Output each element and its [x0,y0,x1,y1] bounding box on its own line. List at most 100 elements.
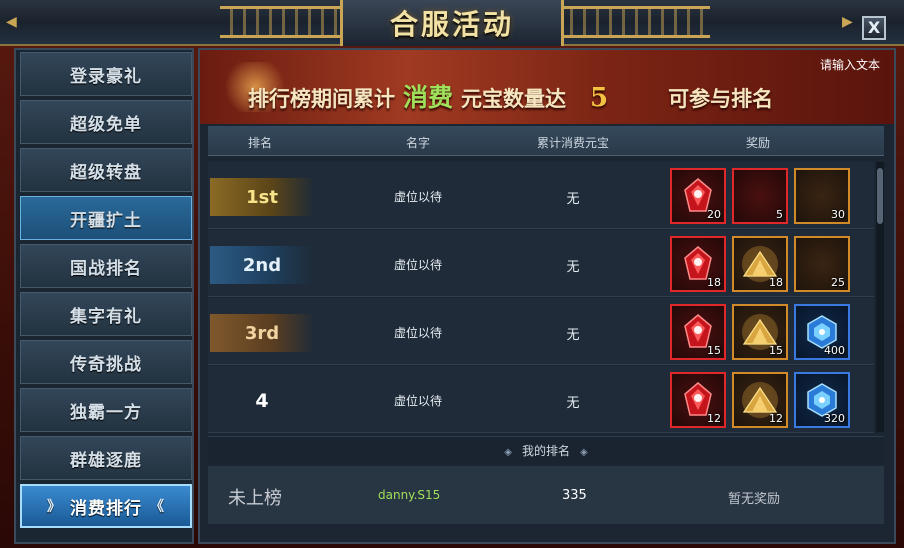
sidebar-item-label: 群雄逐鹿 [70,450,142,471]
diamond-icon: ◈ [580,447,588,458]
window-title: 合服活动 [389,8,514,41]
reward-quantity: 18 [707,276,721,289]
reward-quantity: 12 [707,412,721,425]
title-ornament-right [560,6,710,38]
game-window: ◀ 合服活动 ▶ X 登录豪礼超级免单超级转盘开疆扩土国战排名集字有礼传奇挑战独… [0,0,904,548]
chevron-right-icon: 》 [47,499,62,515]
reward-slot[interactable]: 320 [794,372,850,428]
header-rank: 排名 [247,136,272,150]
my-rank-row: 未上榜 danny.S15 335 暂无奖励 [208,466,884,524]
table-row: 4 虚位以待 无 12 12 320 [208,366,874,433]
reward-slot[interactable]: 20 [670,168,726,224]
sidebar-item-label: 传奇挑战 [70,354,142,375]
reward-quantity: 12 [769,412,783,425]
sidebar-item-label: 开疆扩土 [70,210,142,231]
sidebar-item[interactable]: 》消费排行《 [20,484,192,528]
reward-slot[interactable]: 15 [732,304,788,360]
reward-quantity: 15 [769,344,783,357]
chevron-left-icon: 《 [150,499,165,515]
rank-badge: 3rd [210,314,314,352]
player-name: 虚位以待 [393,326,442,340]
rank-badge: 1st [210,178,314,216]
banner-middle: 元宝数量达 [461,86,567,111]
sidebar-item-label: 消费排行 [70,498,142,519]
banner-text: 排行榜期间累计 消费 元宝数量达 5 可参与排名 [248,78,773,114]
header-name: 名字 [405,136,430,150]
spent-value: 无 [566,260,580,275]
my-spent: 335 [562,488,587,503]
my-name: danny.S15 [378,488,441,502]
rank-badge: 2nd [210,246,314,284]
close-button[interactable]: X [862,16,886,40]
table-row: 3rd 虚位以待 无 15 15 400 [208,298,874,365]
spent-value: 无 [566,192,580,207]
sidebar-item[interactable]: 开疆扩土 [20,196,192,240]
reward-quantity: 400 [824,344,845,357]
sidebar-item[interactable]: 国战排名 [20,244,192,288]
banner-threshold: 5 [590,83,609,113]
table-header: 排名 名字 累计消费元宝 奖励 [208,126,884,156]
banner-input-hint[interactable]: 请输入文本 [820,56,880,73]
reward-slot[interactable]: 18 [732,236,788,292]
sidebar-item[interactable]: 超级免单 [20,100,192,144]
reward-quantity: 15 [707,344,721,357]
reward-quantity: 18 [769,276,783,289]
table-row: 2nd 虚位以待 无 18 18 25 [208,230,874,297]
sidebar-item-label: 超级免单 [70,114,142,135]
title-bar: ◀ 合服活动 ▶ X [0,0,904,46]
sidebar-item[interactable]: 独霸一方 [20,388,192,432]
ornament-left-icon: ◀ [6,14,17,30]
my-rank-value: 未上榜 [228,488,282,509]
reward-list: 20 5 30 [670,168,850,224]
reward-list: 12 12 320 [670,372,850,428]
spent-value: 无 [566,328,580,343]
spent-value: 无 [566,396,580,411]
sidebar-item-label: 国战排名 [70,258,142,279]
reward-slot[interactable]: 400 [794,304,850,360]
ornament-right-icon: ▶ [842,14,853,30]
reward-quantity: 25 [831,276,845,289]
reward-list: 18 18 25 [670,236,850,292]
reward-list: 15 15 400 [670,304,850,360]
banner-prefix: 排行榜期间累计 [248,86,395,111]
sidebar: 登录豪礼超级免单超级转盘开疆扩土国战排名集字有礼传奇挑战独霸一方群雄逐鹿》消费排… [14,48,194,544]
main-panel: 请输入文本 排行榜期间累计 消费 元宝数量达 5 可参与排名 排名 名字 累计消… [198,48,896,544]
player-name: 虚位以待 [393,190,442,204]
sidebar-item[interactable]: 群雄逐鹿 [20,436,192,480]
scrollbar[interactable] [876,162,884,432]
my-reward: 暂无奖励 [728,492,781,507]
sidebar-item[interactable]: 集字有礼 [20,292,192,336]
sidebar-item[interactable]: 登录豪礼 [20,52,192,96]
sidebar-item[interactable]: 传奇挑战 [20,340,192,384]
my-rank-title: 我的排名 [521,444,570,458]
reward-quantity: 20 [707,208,721,221]
banner-highlight: 消费 [403,83,454,112]
reward-slot[interactable]: 18 [670,236,726,292]
diamond-icon: ◈ [504,447,512,458]
scrollbar-thumb[interactable] [877,168,883,224]
reward-slot[interactable]: 12 [732,372,788,428]
sidebar-item[interactable]: 超级转盘 [20,148,192,192]
player-name: 虚位以待 [393,258,442,272]
window-title-plate: 合服活动 [340,0,564,46]
header-spent: 累计消费元宝 [536,136,609,150]
sidebar-item-label: 集字有礼 [70,306,142,327]
reward-slot[interactable]: 5 [732,168,788,224]
reward-slot[interactable]: 12 [670,372,726,428]
header-reward: 奖励 [745,136,770,150]
banner: 请输入文本 排行榜期间累计 消费 元宝数量达 5 可参与排名 [200,50,894,124]
sidebar-item-label: 超级转盘 [70,162,142,183]
banner-suffix: 可参与排名 [668,86,774,111]
sidebar-item-label: 独霸一方 [70,402,142,423]
reward-quantity: 5 [776,208,783,221]
sidebar-item-label: 登录豪礼 [70,66,142,87]
player-name: 虚位以待 [393,394,442,408]
reward-slot[interactable]: 15 [670,304,726,360]
reward-quantity: 30 [831,208,845,221]
reward-slot[interactable]: 25 [794,236,850,292]
table-row: 1st 虚位以待 无 20 5 30 [208,162,874,229]
rank-badge: 4 [255,390,269,412]
reward-slot[interactable]: 30 [794,168,850,224]
my-rank-header: ◈ 我的排名 ◈ [208,436,884,464]
reward-quantity: 320 [824,412,845,425]
